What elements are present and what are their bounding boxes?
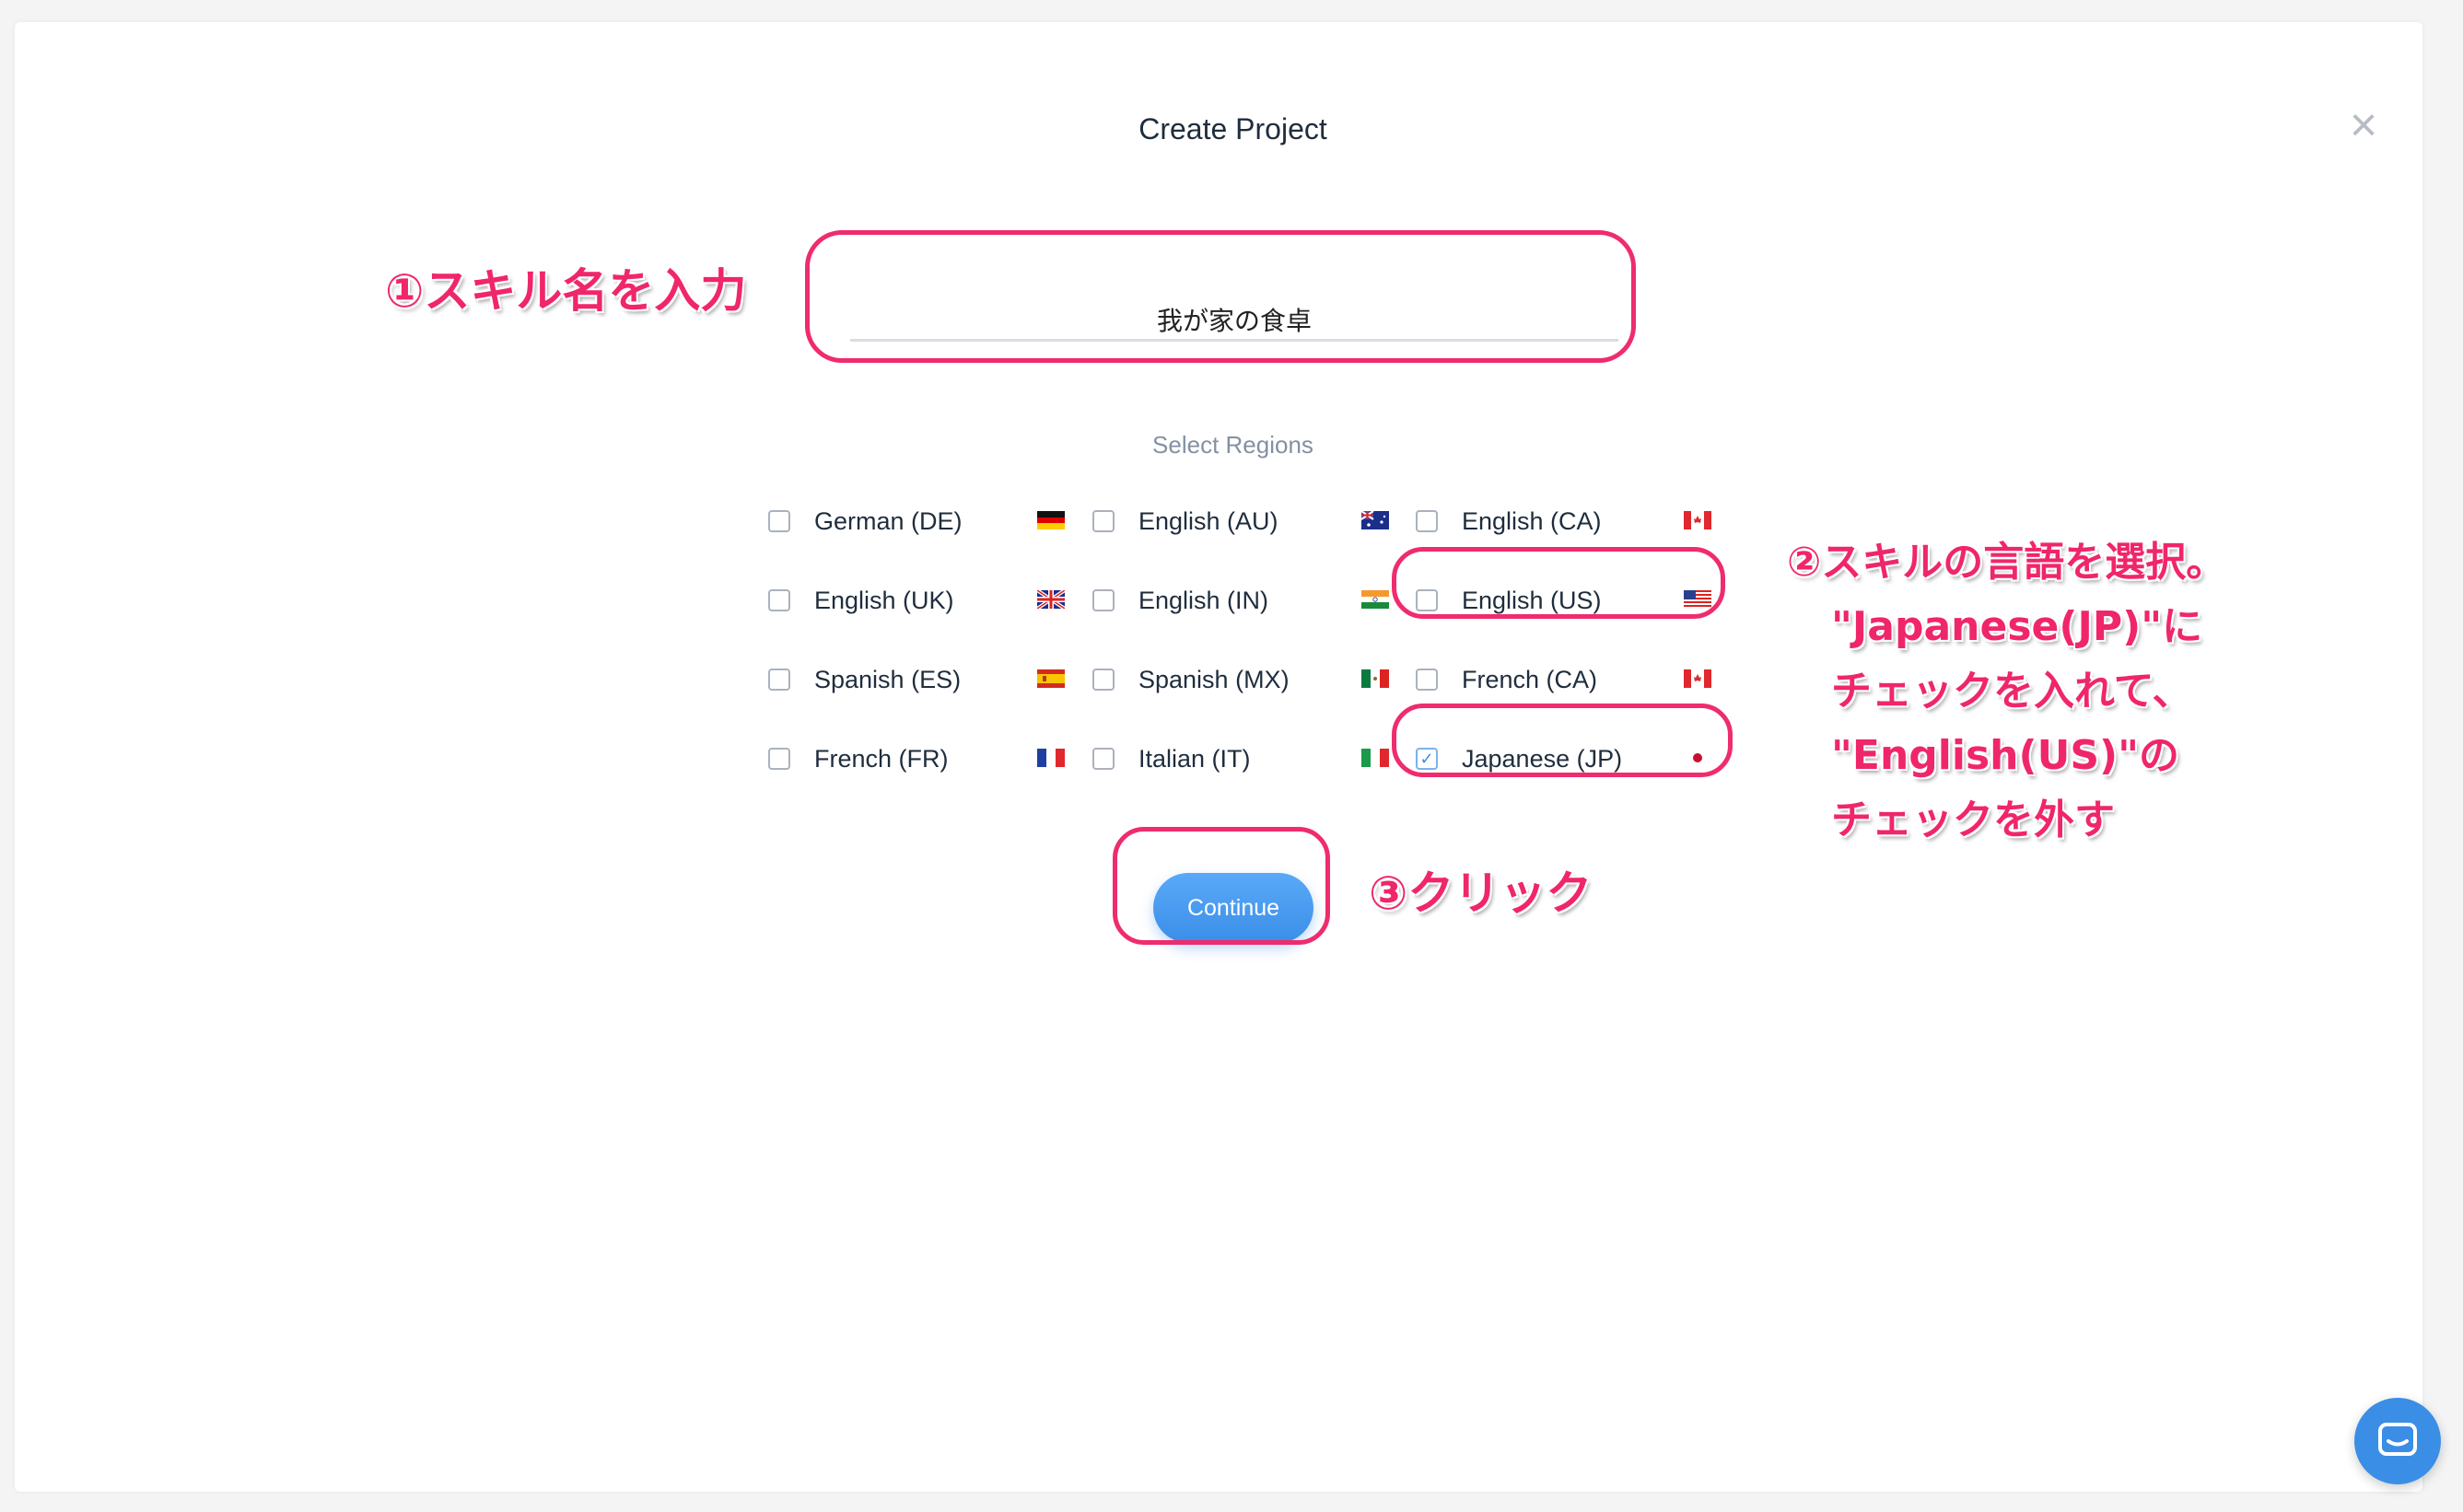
annotation-step1: ①スキル名を入力 — [385, 264, 747, 318]
region-option-ja-jp[interactable]: ✓ Japanese (JP) — [1416, 739, 1720, 779]
region-option-fr-fr[interactable]: French (FR) — [768, 739, 1072, 779]
region-label: Spanish (MX) — [1138, 665, 1290, 693]
annotation-line: "Japanese(JP)"に — [1831, 603, 2203, 650]
region-option-en-in[interactable]: English (IN) — [1092, 580, 1396, 621]
it-flag-icon — [1361, 749, 1389, 767]
es-flag-icon — [1037, 669, 1065, 688]
region-label: English (IN) — [1138, 586, 1269, 614]
us-flag-icon — [1684, 590, 1711, 609]
region-label: Japanese (JP) — [1462, 744, 1623, 773]
uk-flag-icon — [1037, 590, 1065, 609]
region-label: French (FR) — [814, 744, 949, 773]
region-label: German (DE) — [814, 506, 963, 535]
checkbox[interactable] — [1092, 589, 1115, 611]
checkbox[interactable] — [768, 669, 790, 691]
close-icon[interactable]: × — [2343, 101, 2384, 149]
project-name-input[interactable] — [850, 300, 1618, 342]
checkbox[interactable] — [1092, 748, 1115, 770]
checkbox[interactable] — [1416, 589, 1438, 611]
region-option-es-mx[interactable]: Spanish (MX) — [1092, 659, 1396, 700]
de-flag-icon — [1037, 511, 1065, 529]
select-regions-label: Select Regions — [1152, 431, 1313, 459]
annotation-step2: ②スキルの言語を選択。 "Japanese(JP)"に チェックを入れて、 "E… — [1787, 530, 2226, 853]
region-option-en-us[interactable]: English (US) — [1416, 580, 1720, 621]
annotation-step3: ③クリック — [1369, 866, 1593, 920]
in-flag-icon — [1361, 590, 1389, 609]
region-option-fr-ca[interactable]: French (CA) — [1416, 659, 1720, 700]
checkbox[interactable] — [1092, 669, 1115, 691]
checkbox[interactable] — [768, 748, 790, 770]
ca-flag-icon — [1684, 511, 1711, 529]
fr-flag-icon — [1037, 749, 1065, 767]
checkbox[interactable] — [1416, 510, 1438, 532]
checkbox-checked[interactable]: ✓ — [1416, 748, 1438, 770]
checkbox[interactable] — [1092, 510, 1115, 532]
ca-flag-icon — [1684, 669, 1711, 688]
region-option-es-es[interactable]: Spanish (ES) — [768, 659, 1072, 700]
region-label: English (CA) — [1462, 506, 1602, 535]
continue-button[interactable]: Continue — [1153, 873, 1313, 943]
region-option-it[interactable]: Italian (IT) — [1092, 739, 1396, 779]
annotation-line: チェックを入れて、 — [1831, 668, 2193, 715]
region-label: English (AU) — [1138, 506, 1278, 535]
region-label: English (UK) — [814, 586, 954, 614]
region-label: Spanish (ES) — [814, 665, 962, 693]
region-label: English (US) — [1462, 586, 1602, 614]
region-option-en-uk[interactable]: English (UK) — [768, 580, 1072, 621]
region-option-de[interactable]: German (DE) — [768, 501, 1072, 541]
annotation-line: チェックを外す — [1831, 797, 2115, 843]
annotation-line: "English(US)"の — [1831, 732, 2180, 779]
checkbox[interactable] — [1416, 669, 1438, 691]
mx-flag-icon — [1361, 669, 1389, 688]
jp-flag-icon — [1684, 749, 1711, 767]
checkbox[interactable] — [768, 510, 790, 532]
checkbox[interactable] — [768, 589, 790, 611]
region-label: Italian (IT) — [1138, 744, 1251, 773]
region-option-en-ca[interactable]: English (CA) — [1416, 501, 1720, 541]
region-option-en-au[interactable]: English (AU) — [1092, 501, 1396, 541]
modal-title: Create Project — [1138, 112, 1327, 145]
region-label: French (CA) — [1462, 665, 1598, 693]
chat-icon — [2378, 1423, 2417, 1456]
chat-launcher-button[interactable] — [2354, 1398, 2441, 1484]
au-flag-icon — [1361, 511, 1389, 529]
annotation-line: ②スキルの言語を選択。 — [1787, 539, 2227, 586]
